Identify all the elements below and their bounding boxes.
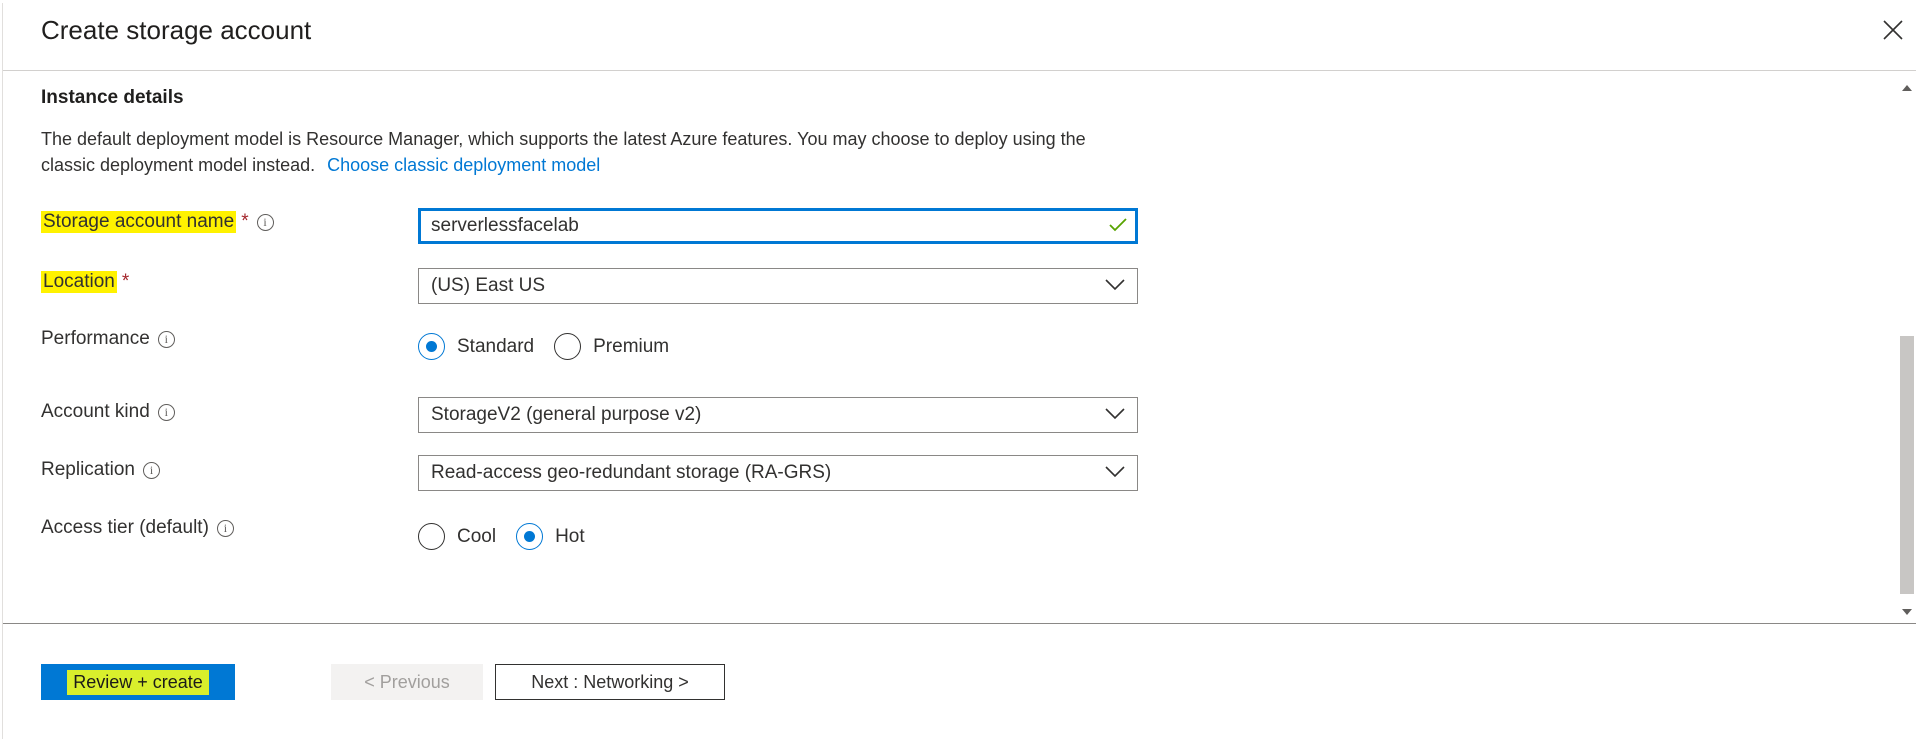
- checkmark-icon: [1109, 218, 1127, 232]
- storage-name-input[interactable]: serverlessfacelab: [418, 208, 1138, 244]
- review-create-button[interactable]: Review + create: [41, 664, 235, 700]
- info-icon[interactable]: i: [216, 519, 234, 537]
- replication-label-text: Replication: [41, 459, 135, 480]
- section-description: The default deployment model is Resource…: [41, 126, 1141, 178]
- radio-hot-label: Hot: [555, 525, 585, 547]
- radio-standard-label: Standard: [457, 335, 535, 357]
- form-content: Instance details The default deployment …: [3, 71, 1899, 623]
- account-kind-label-text: Account kind: [41, 401, 150, 422]
- storage-name-value: serverlessfacelab: [431, 215, 579, 236]
- performance-radio-group: Standard Premium: [418, 333, 689, 360]
- section-title: Instance details: [41, 87, 184, 108]
- close-icon[interactable]: [1882, 19, 1904, 41]
- storage-name-label-text: Storage account name: [41, 211, 237, 233]
- chevron-down-icon: [1105, 279, 1125, 291]
- radio-cool[interactable]: [418, 523, 445, 550]
- page-title: Create storage account: [41, 15, 312, 45]
- location-dropdown[interactable]: (US) East US: [418, 268, 1138, 304]
- storage-name-label: Storage account name * i: [41, 211, 274, 233]
- review-create-label: Review + create: [67, 669, 209, 695]
- required-marker: *: [241, 211, 249, 232]
- panel-header: Create storage account: [3, 3, 1916, 71]
- location-label: Location *: [41, 271, 129, 293]
- create-storage-panel: Create storage account Instance details …: [2, 3, 1916, 739]
- radio-premium-label: Premium: [593, 335, 670, 357]
- replication-value: Read-access geo-redundant storage (RA-GR…: [431, 462, 832, 483]
- scroll-up-icon[interactable]: [1902, 85, 1912, 91]
- radio-standard[interactable]: [418, 333, 445, 360]
- info-icon[interactable]: i: [256, 213, 274, 231]
- account-kind-dropdown[interactable]: StorageV2 (general purpose v2): [418, 397, 1138, 433]
- account-kind-label: Account kind i: [41, 401, 175, 423]
- replication-label: Replication i: [41, 459, 160, 481]
- chevron-down-icon: [1105, 466, 1125, 478]
- vertical-scrollbar[interactable]: [1898, 71, 1916, 623]
- required-marker: *: [121, 271, 130, 292]
- performance-label-text: Performance: [41, 328, 150, 349]
- chevron-down-icon: [1105, 408, 1125, 420]
- previous-button[interactable]: < Previous: [331, 664, 483, 700]
- info-icon[interactable]: i: [143, 461, 160, 479]
- classic-deployment-link[interactable]: Choose classic deployment model: [327, 155, 600, 175]
- access-tier-label-text: Access tier (default): [41, 517, 209, 538]
- info-icon[interactable]: i: [157, 403, 175, 421]
- next-networking-button[interactable]: Next : Networking >: [495, 664, 725, 700]
- access-tier-radio-group: Cool Hot: [418, 523, 605, 550]
- replication-dropdown[interactable]: Read-access geo-redundant storage (RA-GR…: [418, 455, 1138, 491]
- scrollbar-thumb[interactable]: [1900, 336, 1914, 594]
- radio-hot[interactable]: [516, 523, 544, 550]
- location-label-text: Location: [41, 271, 117, 293]
- panel-footer: Review + create < Previous Next : Networ…: [3, 623, 1916, 739]
- account-kind-value: StorageV2 (general purpose v2): [431, 404, 702, 425]
- location-value: (US) East US: [431, 275, 546, 296]
- radio-cool-label: Cool: [457, 525, 497, 547]
- performance-label: Performance i: [41, 328, 175, 350]
- scroll-down-icon[interactable]: [1902, 609, 1912, 615]
- info-icon[interactable]: i: [157, 330, 175, 348]
- radio-premium[interactable]: [554, 333, 582, 360]
- access-tier-label: Access tier (default) i: [41, 517, 234, 539]
